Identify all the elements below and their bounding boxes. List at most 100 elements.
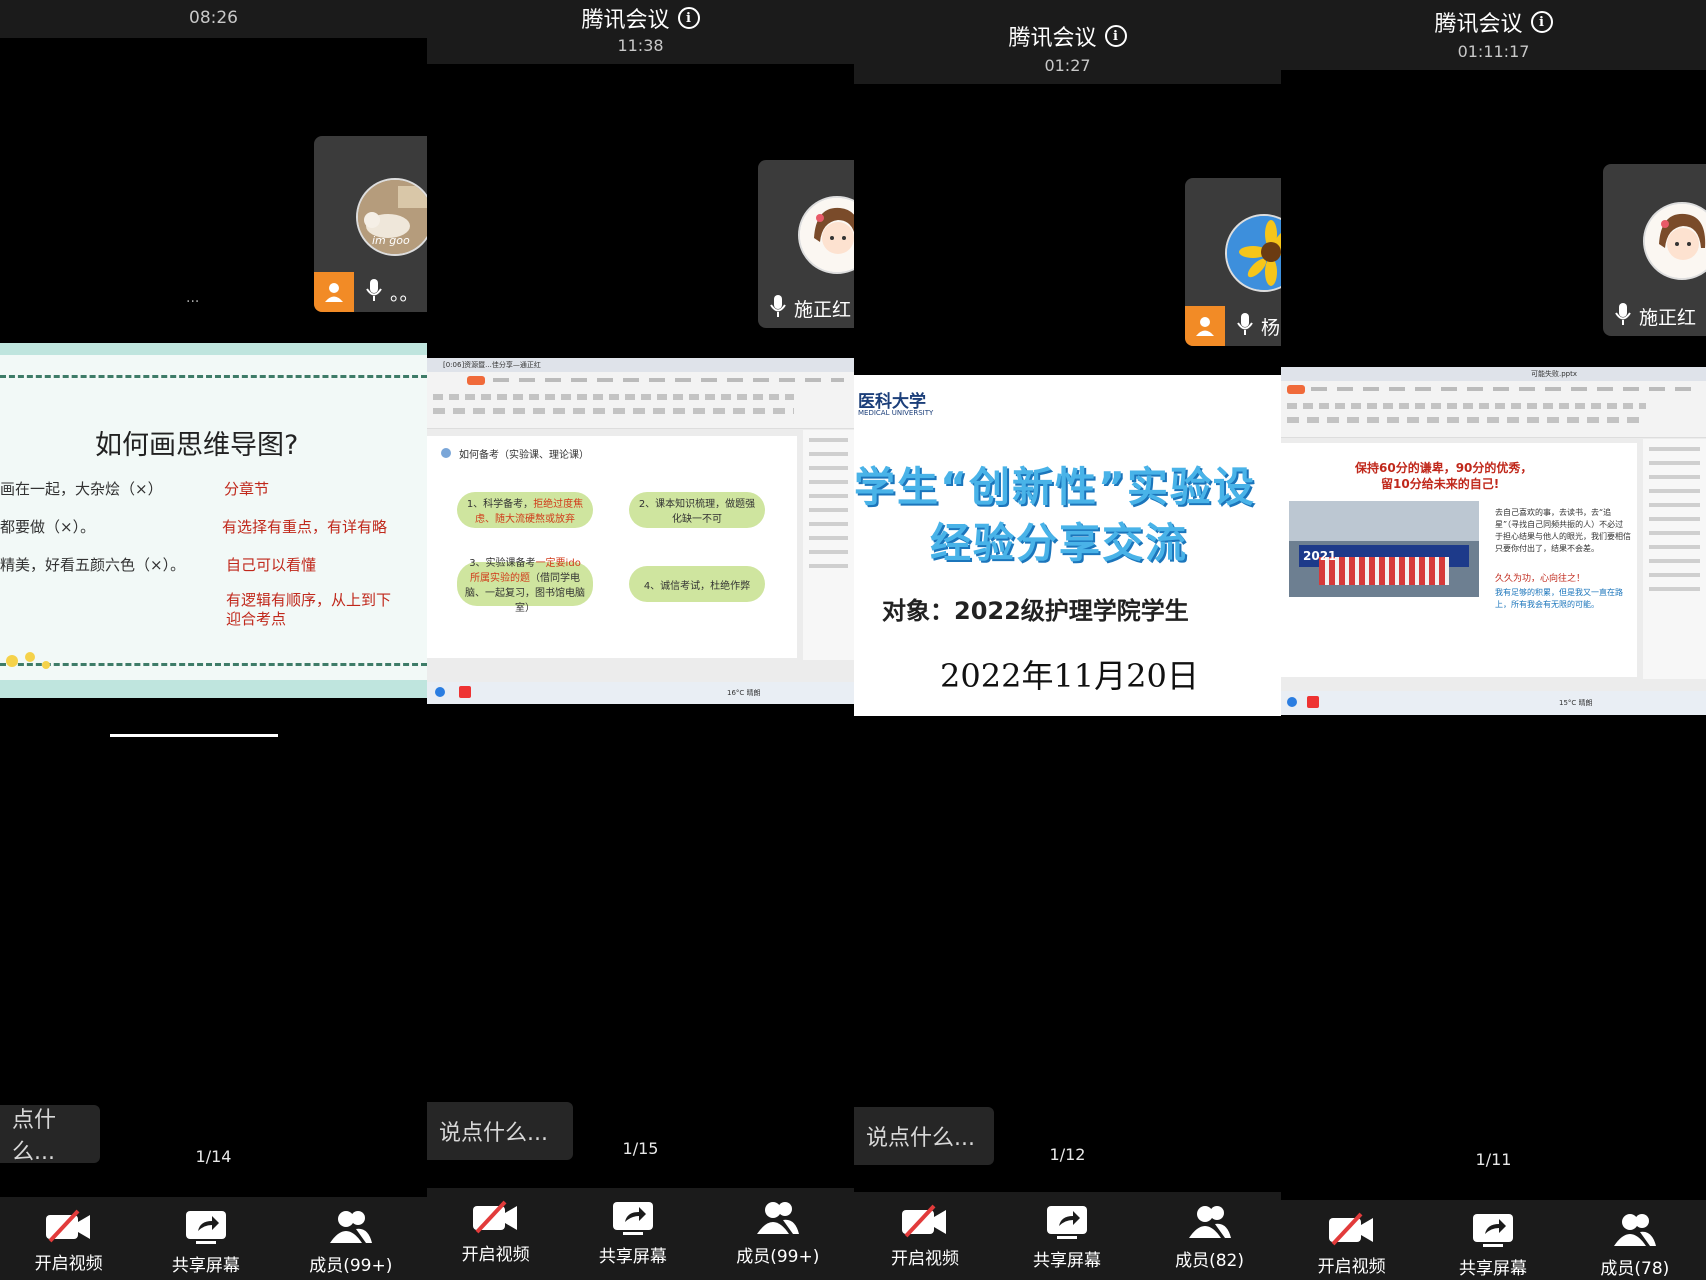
share-screen-icon bbox=[1047, 1206, 1088, 1239]
shared-slide: 如何画思维导图? 画在一起，大杂烩（×） 都要做（×）。 精美，好看五颜六色（×… bbox=[0, 343, 427, 698]
microphone-icon bbox=[770, 294, 786, 323]
participant-name: 施正红 bbox=[794, 298, 852, 321]
meeting-screenshot-3: 腾讯会议 i 01:27 杨 医科大学 MEDICAL UNIVERSITY 学… bbox=[854, 0, 1281, 1280]
meeting-timer: 01:11:17 bbox=[1457, 42, 1530, 61]
slide-right-3: 自己可以看懂 bbox=[226, 556, 317, 574]
meeting-timer: 01:27 bbox=[1044, 56, 1091, 75]
avatar-overlay-text: im goo bbox=[372, 234, 410, 247]
info-icon[interactable]: i bbox=[1104, 25, 1127, 47]
windows-taskbar: 15°C 晴朗 bbox=[1281, 691, 1706, 715]
slide-title: 如何画思维导图? bbox=[95, 430, 299, 461]
participant-video-tile[interactable]: im goo 。。 bbox=[314, 136, 427, 312]
members-icon bbox=[1188, 1206, 1231, 1238]
start-video-button[interactable]: 开启视频 bbox=[1318, 1200, 1386, 1280]
tip-cloud-3: 3、实验课备考一定要ido所属实验的题（借同学电脑、一起复习，图书馆电脑室） bbox=[457, 558, 593, 614]
slide-paragraph-1: 去自己喜欢的事，去读书，去“追星”（寻找自己同频共振的人）不必过于担心结果与他人… bbox=[1495, 508, 1631, 553]
share-screen-button[interactable]: 共享屏幕 bbox=[172, 1197, 240, 1280]
share-screen-icon bbox=[1473, 1214, 1514, 1247]
tip-cloud-1: 1、科学备考，拒绝过度焦虑、随大流硬熬或放弃 bbox=[457, 492, 593, 528]
tile-status-bar: 杨 bbox=[1185, 306, 1281, 346]
tab-label: 可能失败.pptx bbox=[1531, 370, 1577, 378]
sunflower-icon bbox=[1227, 216, 1281, 290]
start-video-button[interactable]: 开启视频 bbox=[35, 1197, 103, 1280]
slide-headline-2: 留10分给未来的自己! bbox=[1381, 477, 1500, 491]
video-off-icon bbox=[45, 1209, 90, 1243]
slide-right-4: 有逻辑有顺序，从上到下 迎合考点 bbox=[226, 591, 392, 628]
slide-left-1: 画在一起，大杂烩（×） bbox=[0, 480, 163, 498]
windows-taskbar: 16°C 晴朗 bbox=[427, 682, 854, 704]
properties-pane bbox=[803, 430, 854, 660]
cartoon-girl-icon bbox=[1645, 204, 1706, 278]
editor-ribbon bbox=[427, 372, 854, 429]
participant-name: 施正红 bbox=[1639, 306, 1697, 329]
start-video-button[interactable]: 开启视频 bbox=[462, 1188, 530, 1280]
slide-canvas: 如何备考（实验课、理论课） 1、科学备考，拒绝过度焦虑、随大流硬熬或放弃 2、课… bbox=[427, 436, 797, 658]
app-title: 腾讯会议 bbox=[1008, 26, 1097, 51]
members-button[interactable]: 成员(99+) bbox=[309, 1197, 392, 1280]
video-off-icon bbox=[472, 1200, 517, 1234]
meeting-timer: 08:26 bbox=[189, 8, 238, 28]
members-button[interactable]: 成员(78) bbox=[1600, 1200, 1669, 1280]
participant-video-tile[interactable]: 施正红 bbox=[758, 160, 854, 328]
meeting-screenshot-2: 腾讯会议 i 11:38 施正红 [0:06]资源暨...佳分享—通正红 如何备 bbox=[427, 0, 854, 1280]
share-screen-button[interactable]: 共享屏幕 bbox=[1459, 1200, 1527, 1280]
browser-tab-strip: 可能失败.pptx bbox=[1281, 367, 1706, 381]
slide-paragraph-3: 我有足够的积累，但是我又一直在路上，所有我会有无限的可能。 bbox=[1495, 588, 1623, 609]
ellipsis-text: ... bbox=[186, 290, 200, 306]
slide-headline-1: 保持60分的谦卑，90分的优秀， bbox=[1355, 461, 1533, 475]
wps-icon bbox=[459, 686, 471, 698]
slide-scroll-indicator bbox=[110, 734, 278, 737]
info-icon[interactable]: i bbox=[677, 7, 700, 29]
slide-date: 2022年11月20日 bbox=[940, 657, 1199, 695]
page-indicator: 1/15 bbox=[622, 1139, 659, 1158]
bottom-toolbar: 开启视频 共享屏幕 成员(99+) bbox=[427, 1188, 854, 1280]
windows-start-icon bbox=[1287, 697, 1297, 707]
info-icon[interactable]: i bbox=[1530, 11, 1553, 33]
group-photo: 2021 bbox=[1289, 501, 1479, 597]
page-indicator: 1/14 bbox=[195, 1147, 232, 1166]
photo-banner-text: 2021 bbox=[1303, 549, 1337, 563]
slide-canvas: 保持60分的谦卑，90分的优秀， 留10分给未来的自己! 2021 去自己喜欢的… bbox=[1281, 443, 1637, 677]
meeting-header: 08:26 bbox=[0, 0, 427, 38]
host-icon bbox=[1185, 306, 1225, 346]
shared-screen: 可能失败.pptx 保持60分的谦卑，90分的优秀， 留10分给未来的自己! 2… bbox=[1281, 367, 1706, 715]
participant-video-tile[interactable]: 杨 bbox=[1185, 178, 1281, 346]
bottom-toolbar: 开启视频 共享屏幕 成员(78) bbox=[1281, 1200, 1706, 1280]
university-logo-en: MEDICAL UNIVERSITY bbox=[858, 409, 934, 417]
microphone-icon bbox=[1237, 312, 1253, 341]
members-icon bbox=[756, 1202, 799, 1234]
tile-status-bar: 。。 bbox=[314, 272, 427, 312]
share-screen-button[interactable]: 共享屏幕 bbox=[1033, 1192, 1101, 1280]
bottom-toolbar: 开启视频 共享屏幕 成员(82) bbox=[854, 1192, 1281, 1280]
members-button[interactable]: 成员(99+) bbox=[736, 1188, 819, 1280]
weather-status: 16°C 晴朗 bbox=[727, 689, 761, 697]
meeting-header: 腾讯会议 i 11:38 bbox=[427, 0, 854, 64]
video-off-icon bbox=[902, 1204, 947, 1238]
editor-ribbon bbox=[1281, 381, 1706, 438]
share-screen-button[interactable]: 共享屏幕 bbox=[599, 1188, 667, 1280]
members-button[interactable]: 成员(82) bbox=[1175, 1192, 1244, 1280]
share-screen-icon bbox=[612, 1202, 653, 1235]
participant-avatar: im goo bbox=[356, 178, 427, 256]
members-icon bbox=[1613, 1214, 1656, 1246]
page-indicator: 1/11 bbox=[1475, 1150, 1512, 1169]
app-title: 腾讯会议 bbox=[1434, 12, 1523, 37]
slide-heading: 如何备考（实验课、理论课） bbox=[459, 450, 589, 461]
slide-title-line1: 学生“创新性”实验设 bbox=[854, 463, 1256, 511]
slide-paragraph-2: 久久为功，心向往之！ bbox=[1495, 574, 1586, 584]
members-icon bbox=[329, 1211, 372, 1243]
participant-video-tile[interactable]: 施正红 bbox=[1603, 164, 1706, 336]
browser-tab-strip: [0:06]资源暨...佳分享—通正红 bbox=[427, 358, 854, 372]
start-video-button[interactable]: 开启视频 bbox=[891, 1192, 959, 1280]
meeting-screenshot-1: 08:26 ... im goo 。。 如何画思维导图? 画在一起，大杂烩（×）… bbox=[0, 0, 427, 1280]
microphone-icon bbox=[1615, 302, 1631, 331]
wps-icon bbox=[1307, 696, 1319, 708]
meeting-header: 腾讯会议 i 01:11:17 bbox=[1281, 0, 1706, 70]
participant-avatar bbox=[1225, 214, 1281, 292]
microphone-icon bbox=[366, 278, 382, 307]
participant-name: 杨 bbox=[1261, 316, 1281, 339]
meeting-header: 腾讯会议 i 01:27 bbox=[854, 0, 1281, 84]
meeting-screenshot-4: 腾讯会议 i 01:11:17 施正红 可能失败.pptx 保持60分的谦卑，9… bbox=[1281, 0, 1706, 1280]
participant-avatar bbox=[798, 196, 854, 274]
bottom-toolbar: 开启视频 共享屏幕 成员(99+) bbox=[0, 1197, 427, 1280]
